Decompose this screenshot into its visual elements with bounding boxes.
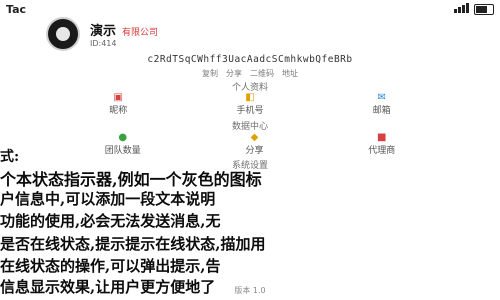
item-email[interactable]: ✉ 邮箱 bbox=[373, 92, 391, 116]
avatar[interactable] bbox=[46, 17, 80, 51]
overlay-line-2: 个本状态指示器,例如一个灰色的图标 bbox=[0, 170, 262, 189]
share-button[interactable]: 分享 bbox=[226, 68, 242, 78]
item-phone[interactable]: ◧ 手机号 bbox=[236, 92, 263, 116]
copy-button[interactable]: 复制 bbox=[202, 68, 218, 78]
overlay-line-4: 功能的使用,必会无法发送消息,无 bbox=[0, 212, 221, 230]
profile-header[interactable]: 演示 有限公司 ID:414 bbox=[46, 17, 406, 51]
app-name: Tac bbox=[6, 2, 27, 16]
id-card-icon: ▣ bbox=[113, 92, 123, 103]
address-actions: 复制 分享 二维码 地址 bbox=[0, 68, 500, 78]
share-icon: ◆ bbox=[250, 132, 259, 143]
section-title-personal: 个人资料 bbox=[231, 83, 268, 93]
profile-name: 演示 bbox=[90, 24, 117, 39]
item-nickname[interactable]: ▣ 昵称 bbox=[109, 92, 127, 116]
phone-icon: ◧ bbox=[245, 92, 255, 103]
overlay-line-1: 式: bbox=[0, 149, 20, 165]
signal-icon bbox=[454, 2, 470, 16]
status-bar: Tac bbox=[0, 0, 500, 18]
qrcode-button[interactable]: 二维码 bbox=[250, 68, 274, 78]
wallet-address[interactable]: c2RdTSqCWhff3UacAadcSCmhkwbQfeBRb bbox=[0, 54, 500, 68]
version-footer: 版本 1.0 bbox=[234, 286, 266, 295]
profile-uid: ID:414 bbox=[90, 39, 117, 48]
section-title-data: 数据中心 bbox=[231, 122, 268, 132]
battery-icon bbox=[474, 3, 494, 15]
profile-tag: 有限公司 bbox=[122, 28, 159, 38]
overlay-line-6: 在线状态的操作,可以弹出提示,告 bbox=[0, 257, 221, 275]
personal-items: ▣ 昵称 ◧ 手机号 ✉ 邮箱 bbox=[0, 92, 500, 116]
agent-icon: ■ bbox=[377, 132, 387, 143]
mail-icon: ✉ bbox=[377, 92, 386, 103]
address-button[interactable]: 地址 bbox=[282, 68, 298, 78]
overlay-line-3: 户信息中,可以添加一段文本说明 bbox=[0, 190, 216, 208]
overlay-line-5: 是否在线状态,提示提示在线状态,描加用 bbox=[0, 235, 266, 253]
team-icon: ● bbox=[118, 132, 128, 143]
